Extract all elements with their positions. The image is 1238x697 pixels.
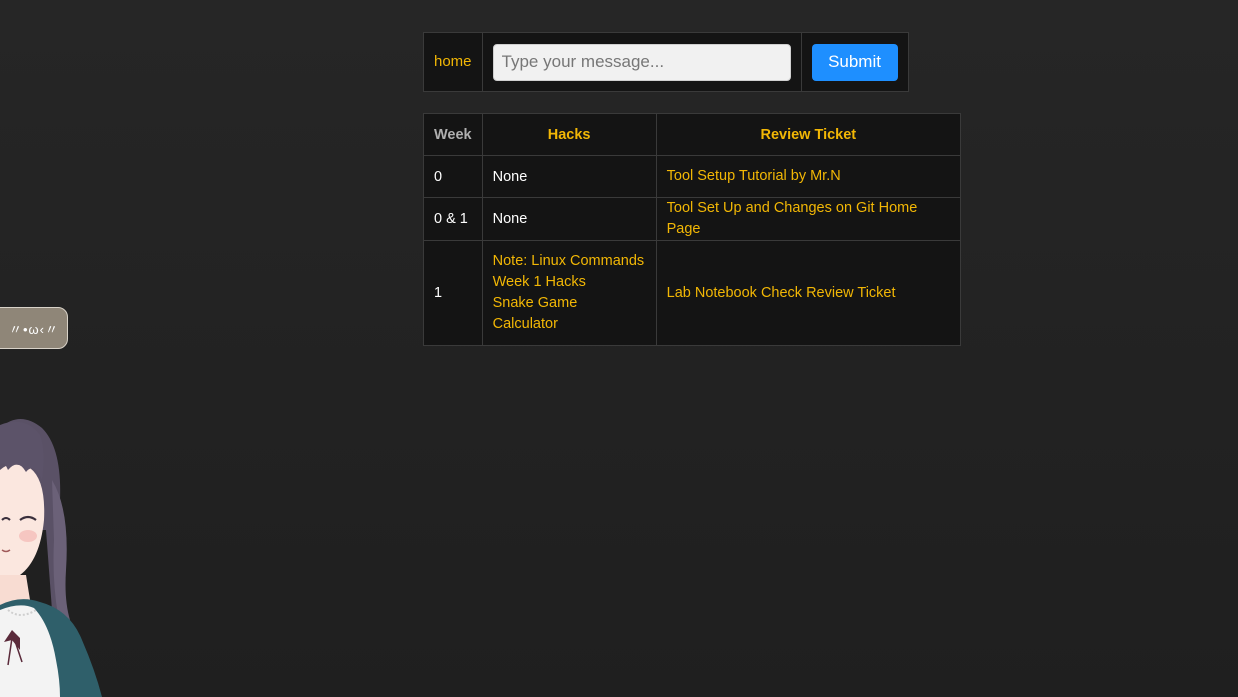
nav-input-cell (481, 32, 802, 92)
anime-girl-mascot-icon[interactable] (0, 410, 110, 697)
hack-link-week1-hacks[interactable]: Week 1 Hacks (493, 272, 646, 293)
week-cell: 0 & 1 (423, 197, 483, 241)
header-review-ticket: Review Ticket (655, 113, 962, 156)
week-cell: 0 (423, 155, 483, 198)
nav-submit-cell: Submit (800, 32, 909, 92)
header-hacks: Hacks (481, 113, 657, 156)
week-cell: 1 (423, 240, 483, 346)
review-cell: Lab Notebook Check Review Ticket (655, 240, 962, 346)
table-header-row: Week Hacks Review Ticket (423, 113, 962, 156)
hacks-cell: None (481, 155, 657, 198)
review-link[interactable]: Tool Set Up and Changes on Git Home Page (667, 200, 918, 237)
table-row: 1 Note: Linux Commands Week 1 Hacks Snak… (423, 240, 962, 346)
nav-home-cell: home (423, 32, 483, 92)
review-link[interactable]: Tool Setup Tutorial by Mr.N (667, 168, 841, 184)
message-input[interactable] (492, 43, 791, 81)
review-link[interactable]: Lab Notebook Check Review Ticket (667, 285, 896, 301)
hack-link-snake-game[interactable]: Snake Game (493, 293, 646, 314)
hack-link-calculator[interactable]: Calculator (493, 314, 646, 335)
submit-button[interactable]: Submit (811, 43, 898, 81)
hacks-table: Week Hacks Review Ticket 0 None Tool Set… (423, 113, 962, 346)
hack-link-linux-commands[interactable]: Note: Linux Commands (493, 251, 646, 272)
hacks-cell: Note: Linux Commands Week 1 Hacks Snake … (481, 240, 657, 346)
header-week: Week (423, 113, 483, 156)
top-nav: home Submit (423, 32, 909, 92)
review-cell: Tool Setup Tutorial by Mr.N (655, 155, 962, 198)
hacks-cell: None (481, 197, 657, 241)
mascot-speech-bubble: 〃•ω‹〃 (0, 307, 68, 349)
table-row: 0 None Tool Setup Tutorial by Mr.N (423, 155, 962, 198)
review-cell: Tool Set Up and Changes on Git Home Page (655, 197, 962, 241)
table-row: 0 & 1 None Tool Set Up and Changes on Gi… (423, 197, 962, 241)
home-link[interactable]: home (434, 53, 472, 70)
